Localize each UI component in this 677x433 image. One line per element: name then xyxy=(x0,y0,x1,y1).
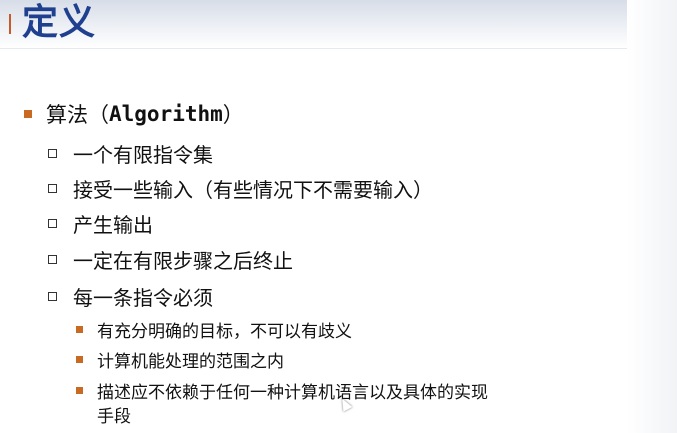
hollow-square-bullet-icon xyxy=(48,219,57,228)
requirement-text: 手段 xyxy=(97,407,131,427)
hollow-square-bullet-icon xyxy=(48,292,57,301)
requirement-language-independent: 描述应不依赖于任何一种计算机语言以及具体的实现 xyxy=(76,378,488,403)
subitem-terminates: 一定在有限步骤之后终止 xyxy=(48,245,293,274)
requirement-text: 描述应不依赖于任何一种计算机语言以及具体的实现 xyxy=(97,383,488,403)
subitem-each-instruction: 每一条指令必须 xyxy=(48,282,213,311)
slide-title: 定义 xyxy=(22,2,97,43)
subitem-text: 一个有限指令集 xyxy=(73,143,213,167)
subitem-produces-output: 产生输出 xyxy=(48,209,153,238)
requirement-clear-goal: 有充分明确的目标，不可以有歧义 xyxy=(76,317,352,342)
hollow-square-bullet-icon xyxy=(48,184,57,193)
right-edge-shade xyxy=(627,0,677,433)
slide: 定义 算法（ Algorithm） 一个有限指令集 接受一些输入（有些情况下不需要… xyxy=(0,0,677,433)
subitem-text: 接受一些输入（有些情况下不需要输入） xyxy=(73,178,433,202)
requirement-text: 计算机能处理的范围之内 xyxy=(97,352,284,372)
subitem-accepts-input: 接受一些输入（有些情况下不需要输入） xyxy=(48,174,433,203)
orange-square-bullet-icon xyxy=(76,356,83,363)
main-bullet-algorithm: 算法（ Algorithm） xyxy=(24,99,244,129)
hollow-square-bullet-icon xyxy=(48,149,57,158)
subitem-text: 产生输出 xyxy=(73,213,153,237)
title-accent-bar xyxy=(9,14,11,34)
orange-square-bullet-icon xyxy=(24,110,32,118)
requirement-text: 有充分明确的目标，不可以有歧义 xyxy=(97,322,352,342)
main-bullet-term: Algorithm xyxy=(109,102,223,126)
subitem-text: 一定在有限步骤之后终止 xyxy=(73,249,293,273)
orange-square-bullet-icon xyxy=(76,387,83,394)
orange-square-bullet-icon xyxy=(76,326,83,333)
subitem-text: 每一条指令必须 xyxy=(73,286,213,310)
hollow-square-bullet-icon xyxy=(48,255,57,264)
subitem-finite-instruction-set: 一个有限指令集 xyxy=(48,139,213,168)
main-bullet-prefix: 算法（ xyxy=(46,103,109,127)
main-bullet-suffix: ） xyxy=(222,103,244,127)
title-divider xyxy=(0,48,677,49)
requirement-continuation: 手段 xyxy=(97,402,131,427)
header-band xyxy=(0,0,677,48)
requirement-computable: 计算机能处理的范围之内 xyxy=(76,347,284,372)
